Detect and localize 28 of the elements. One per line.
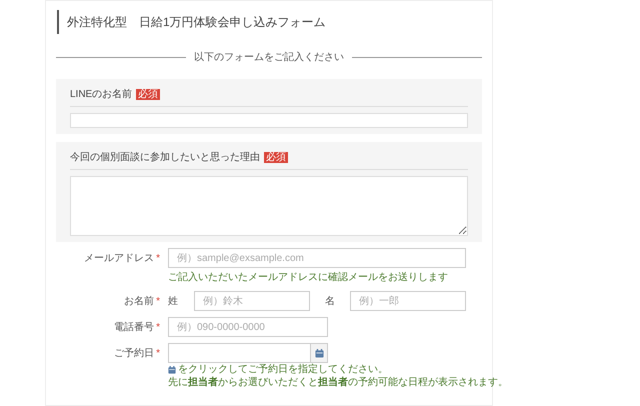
required-mark: * <box>156 252 160 266</box>
required-badge: 必須 <box>264 152 288 163</box>
required-mark: * <box>156 346 160 360</box>
required-mark: * <box>156 320 160 334</box>
text-area[interactable] <box>70 176 468 236</box>
input-field[interactable]: 例）sample@exsample.com <box>168 248 466 268</box>
required-mark: * <box>156 294 160 308</box>
field-label: お名前 <box>124 294 154 308</box>
required-badge: 必須 <box>136 89 160 100</box>
field-label: 電話番号 <box>114 320 154 334</box>
hint-text: ご記入いただいたメールアドレスに確認メールをお送りします <box>168 270 449 285</box>
field-label: メールアドレス <box>84 252 154 266</box>
section-label: 今回の個別面談に参加したいと思った理由 <box>70 150 260 165</box>
hint-text: 先に担当者からお選びいただくと担当者の予約可能な日程が表示されます。 <box>168 377 508 389</box>
calendar-icon <box>168 366 176 374</box>
input-field[interactable]: 例）鈴木 <box>194 291 310 311</box>
section-label: LINEのお名前 <box>70 88 132 102</box>
field-label: ご予約日 <box>114 346 154 360</box>
input-field[interactable]: 例）090-0000-0000 <box>168 317 328 337</box>
date-field[interactable] <box>168 343 328 363</box>
form-title: 外注特化型 日給1万円体験会申し込みフォーム <box>67 14 326 31</box>
hint-text: をクリックしてご予約日を指定してください。 <box>178 364 388 376</box>
input-field[interactable]: 例）一郎 <box>350 291 466 311</box>
section-heading: 以下のフォームをご記入ください <box>194 50 344 65</box>
calendar-icon <box>314 348 324 358</box>
input-field[interactable] <box>70 113 468 128</box>
name-part-label: 名 <box>324 294 336 308</box>
name-part-label: 姓 <box>168 294 179 308</box>
